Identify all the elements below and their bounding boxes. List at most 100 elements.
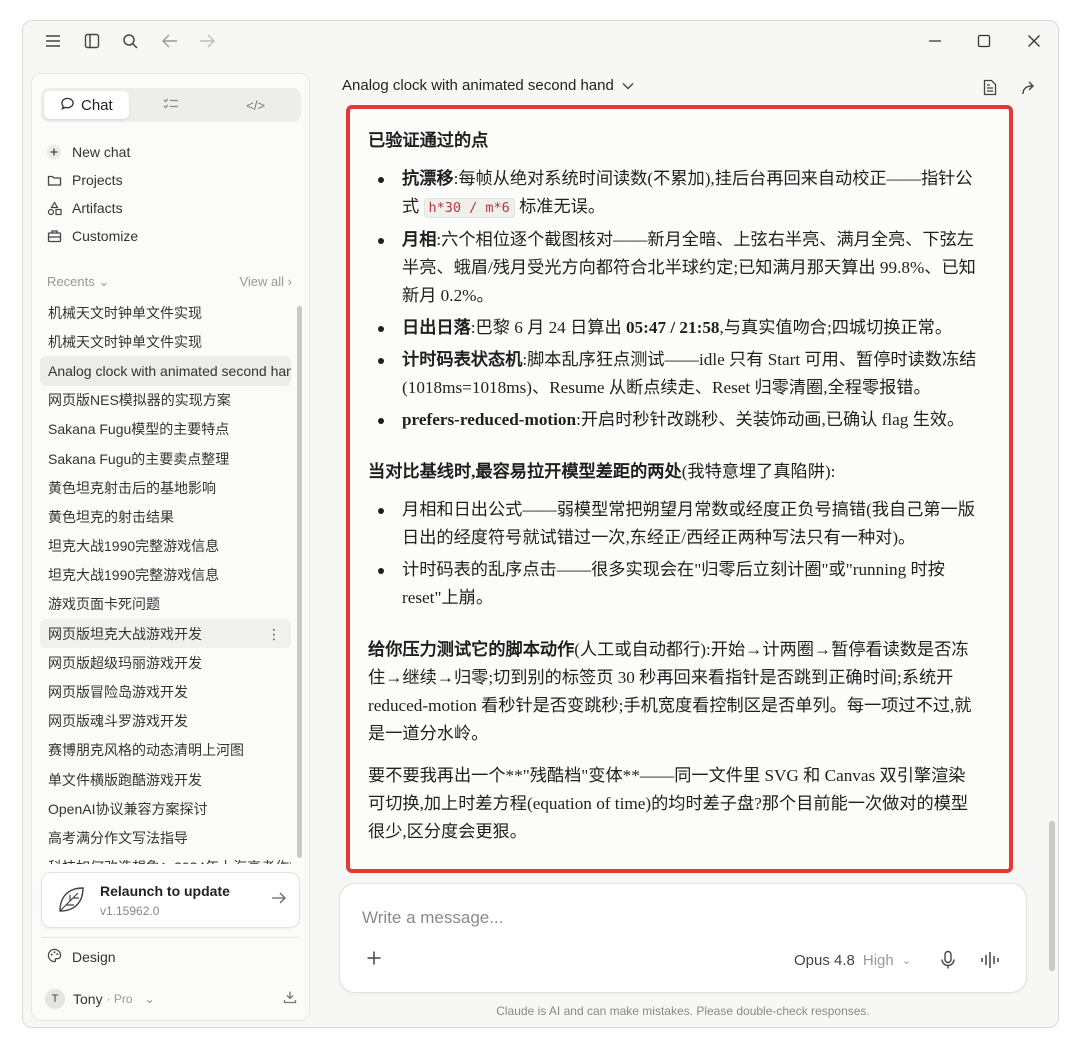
list-item-text: ,与真实值吻合;四城切换正常。	[719, 318, 953, 337]
list-item: prefers-reduced-motion:开启时秒针改跳秒、关装饰动画,已确…	[368, 406, 979, 434]
recent-chat-item[interactable]: 单文件横版跑酷游戏开发	[40, 765, 291, 794]
view-all-link[interactable]: View all ›	[239, 274, 292, 290]
tab-tasks[interactable]	[129, 91, 214, 119]
back-arrow-icon[interactable]	[160, 31, 180, 51]
chevron-down-icon: ⌄	[901, 955, 911, 967]
disclaimer-text: Claude is AI and can make mistakes. Plea…	[496, 1004, 870, 1018]
recent-chat-item[interactable]: 坦克大战1990完整游戏信息	[40, 532, 291, 561]
recent-chat-item[interactable]: 科技如何改造想象：2024年上海高考作文	[40, 853, 291, 864]
tab-chat[interactable]: Chat	[44, 91, 129, 119]
sidebar-scrollbar[interactable]	[297, 306, 302, 858]
sidebar-item-customize[interactable]: Customize	[46, 222, 296, 250]
relaunch-update-card[interactable]: Relaunch to update v1.15962.0	[41, 872, 300, 928]
close-icon[interactable]	[1024, 31, 1044, 51]
recent-chat-item[interactable]: 网页版魂斗罗游戏开发	[40, 707, 291, 736]
recent-chat-item[interactable]: 坦克大战1990完整游戏信息	[40, 561, 291, 590]
recent-chat-item[interactable]: 黄色坦克射击后的基地影响	[40, 473, 291, 502]
sidebar-toggle-icon[interactable]	[82, 31, 102, 51]
checklist-icon	[163, 97, 179, 114]
effort-level: High	[862, 952, 894, 969]
user-menu[interactable]: T Tony · Pro ⌄	[45, 988, 301, 1010]
search-icon[interactable]	[120, 31, 140, 51]
recent-chat-item[interactable]: 机械天文时钟单文件实现	[40, 298, 291, 327]
customize-label: Customize	[72, 228, 139, 244]
more-options-icon[interactable]: ⋮	[267, 626, 281, 643]
recent-chat-item[interactable]: 网页版超级玛丽游戏开发	[40, 648, 291, 677]
main-scrollbar[interactable]	[1049, 821, 1055, 971]
verified-points-list: 抗漂移:每帧从绝对系统时间读数(不累加),挂后台再回来自动校正——指针公式 h*…	[368, 165, 979, 434]
list-item: 日出日落:巴黎 6 月 24 日算出 05:47 / 21:58,与真实值吻合;…	[368, 314, 979, 342]
minimize-icon[interactable]	[925, 31, 945, 51]
tab-chat-label: Chat	[80, 96, 113, 114]
plus-circle-icon	[46, 144, 62, 160]
recent-chat-item[interactable]: Sakana Fugu模型的主要特点	[40, 415, 291, 444]
list-item-text: :巴黎 6 月 24 日算出	[470, 318, 626, 337]
list-item-text: :开启时秒针改跳秒、关装饰动画,已确认 flag 生效。	[576, 410, 965, 429]
recents-toggle[interactable]: Recents ⌄	[47, 274, 109, 290]
list-item-title: 计时码表状态机	[402, 350, 523, 369]
forward-arrow-icon[interactable]	[197, 31, 217, 51]
list-item-title: 日出日落	[402, 318, 471, 337]
sidebar-nav: New chat Projects Artifacts Customize	[46, 138, 296, 250]
avatar: T	[45, 989, 65, 1009]
share-icon[interactable]	[1019, 77, 1039, 97]
model-name: Opus 4.8	[794, 952, 855, 969]
voice-mode-icon[interactable]	[980, 950, 1002, 975]
recent-chat-label: 网页版坦克大战游戏开发	[48, 625, 202, 642]
briefcase-icon	[46, 228, 62, 244]
conversation-title-button[interactable]: Analog clock with animated second hand	[342, 77, 634, 94]
microphone-icon[interactable]	[940, 950, 956, 975]
heading-bold: 当对比基线时,最容易拉开模型差距的两处	[368, 462, 682, 481]
plus-icon[interactable]	[366, 950, 382, 971]
recents-list: 机械天文时钟单文件实现 机械天文时钟单文件实现 Analog clock wit…	[40, 298, 291, 864]
maximize-icon[interactable]	[974, 31, 994, 51]
recent-chat-item[interactable]: 网页版冒险岛游戏开发	[40, 677, 291, 706]
conversation-title: Analog clock with animated second hand	[342, 77, 614, 94]
recent-chat-item[interactable]: 网页版NES模拟器的实现方案	[40, 386, 291, 415]
tab-code[interactable]: </>	[213, 91, 298, 119]
update-title: Relaunch to update	[100, 883, 230, 899]
section-heading: 当对比基线时,最容易拉开模型差距的两处(我特意埋了真陷阱):	[368, 458, 979, 486]
palette-icon	[47, 948, 62, 966]
heading-text: (我特意埋了真陷阱):	[681, 462, 836, 481]
new-chat-button[interactable]: New chat	[46, 138, 296, 166]
chevron-down-icon	[622, 77, 634, 94]
download-icon[interactable]	[283, 990, 297, 1007]
code-icon: </>	[246, 97, 266, 113]
list-item: 计时码表状态机:脚本乱序狂点测试——idle 只有 Start 可用、暂停时读数…	[368, 346, 979, 402]
recent-chat-item[interactable]: 机械天文时钟单文件实现	[40, 327, 291, 356]
recent-chat-item[interactable]: 游戏页面卡死问题	[40, 590, 291, 619]
recent-chat-item[interactable]: OpenAI协议兼容方案探讨	[40, 794, 291, 823]
artifacts-label: Artifacts	[72, 200, 123, 216]
sidebar-item-artifacts[interactable]: Artifacts	[46, 194, 296, 222]
app-window: Chat </> New chat Projects Artifacts Cus…	[22, 20, 1059, 1028]
arrow-right-icon	[271, 891, 287, 910]
recent-chat-item[interactable]: Sakana Fugu的主要卖点整理	[40, 444, 291, 473]
paragraph-bold: 给你压力测试它的脚本动作	[368, 640, 575, 659]
recent-chat-item[interactable]: 赛博朋克风格的动态清明上河图	[40, 736, 291, 765]
list-item: 抗漂移:每帧从绝对系统时间读数(不累加),挂后台再回来自动校正——指针公式 h*…	[368, 165, 979, 222]
list-item: 月相和日出公式——弱模型常把朔望月常数或经度正负号搞错(我自己第一版日出的经度符…	[368, 496, 979, 552]
document-icon[interactable]	[980, 77, 1000, 97]
list-item-title: 月相	[402, 230, 437, 249]
menu-icon[interactable]	[43, 31, 63, 51]
pitfalls-list: 月相和日出公式——弱模型常把朔望月常数或经度正负号搞错(我自己第一版日出的经度符…	[368, 496, 979, 612]
recent-chat-item[interactable]: 黄色坦克的射击结果	[40, 502, 291, 531]
recent-chat-item-hovered[interactable]: 网页版坦克大战游戏开发 ⋮	[40, 619, 291, 649]
sidebar-item-projects[interactable]: Projects	[46, 166, 296, 194]
recent-chat-item-selected[interactable]: Analog clock with animated second hand	[40, 356, 291, 386]
recents-label: Recents	[47, 274, 95, 289]
recent-chat-item[interactable]: 高考满分作文写法指导	[40, 823, 291, 852]
recents-header: Recents ⌄ View all ›	[47, 274, 292, 290]
view-all-label: View all	[239, 274, 285, 289]
chat-bubble-icon	[60, 96, 75, 115]
message-input[interactable]: Write a message...	[362, 908, 503, 928]
shapes-icon	[46, 200, 62, 216]
design-button[interactable]: Design	[47, 948, 116, 966]
projects-label: Projects	[72, 172, 123, 188]
model-selector[interactable]: Opus 4.8 High ⌄	[794, 952, 911, 969]
list-item-text: 标准无误。	[519, 197, 606, 216]
chevron-right-icon: ›	[287, 274, 292, 289]
section-heading: 已验证通过的点	[368, 131, 489, 150]
assistant-message: 已验证通过的点 抗漂移:每帧从绝对系统时间读数(不累加),挂后台再回来自动校正—…	[346, 105, 1013, 873]
